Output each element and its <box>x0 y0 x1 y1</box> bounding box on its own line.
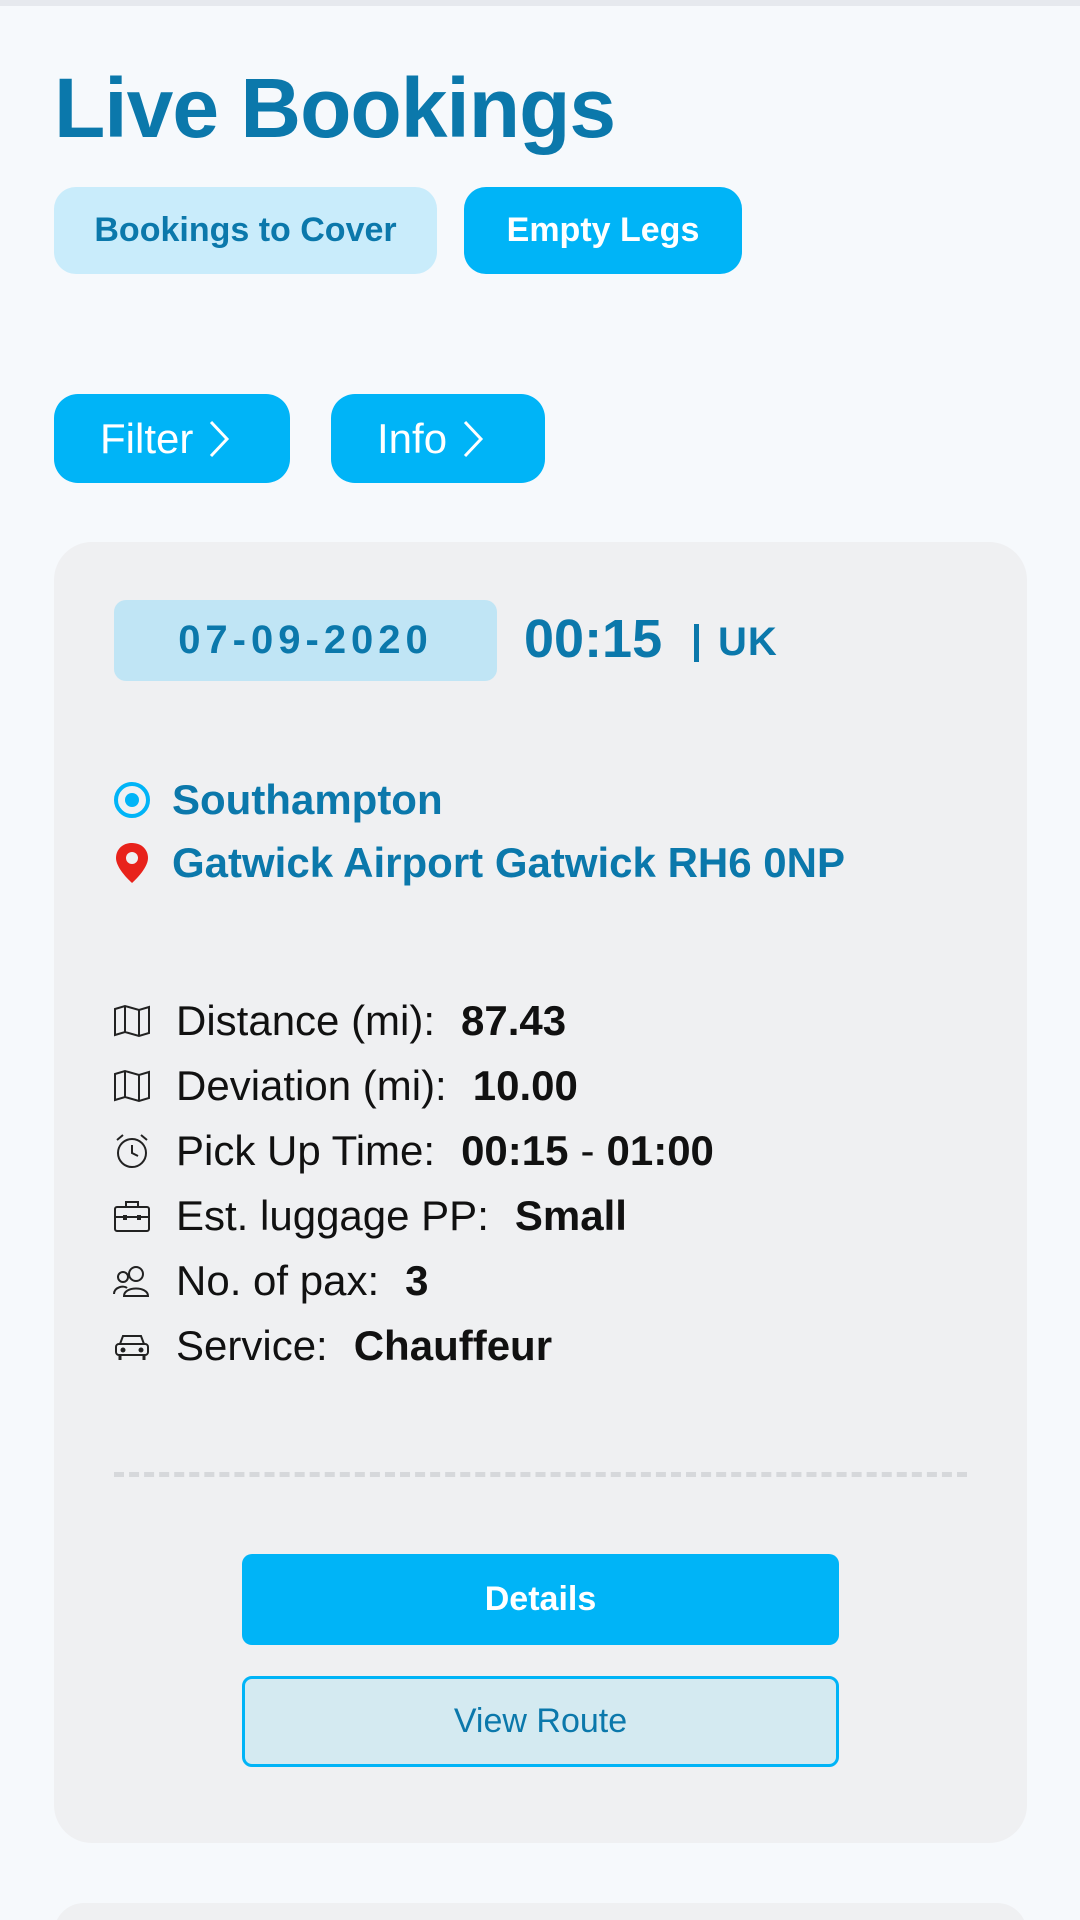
pickup-location: Southampton <box>112 776 443 824</box>
chevron-right-icon <box>463 420 484 457</box>
info-label: Info <box>377 414 448 462</box>
map-icon <box>112 1066 152 1106</box>
dropoff-location-text: Gatwick Airport Gatwick RH6 0NP <box>172 839 845 886</box>
distance-value: 87.43 <box>461 997 567 1044</box>
deviation-label: Deviation (mi): <box>176 1062 447 1109</box>
car-icon <box>112 1326 152 1366</box>
deviation-row: Deviation (mi): 10.00 <box>112 1062 578 1110</box>
pickup-location-text: Southampton <box>172 776 443 823</box>
page-title: Live Bookings <box>54 61 616 155</box>
pickup-time-label: Pick Up Time: <box>176 1127 436 1174</box>
view-route-button[interactable]: View Route <box>242 1676 839 1767</box>
pickup-time-end: 01:00 <box>606 1127 714 1174</box>
dropoff-location: Gatwick Airport Gatwick RH6 0NP <box>112 839 845 887</box>
map-icon <box>112 1001 152 1041</box>
details-button[interactable]: Details <box>242 1554 839 1645</box>
service-value: Chauffeur <box>353 1322 553 1369</box>
time-region-divider <box>694 624 699 662</box>
status-bar-strip <box>0 0 1080 6</box>
luggage-row: Est. luggage PP: Small <box>112 1192 627 1240</box>
filter-label: Filter <box>100 414 194 462</box>
live-bookings-screen: Live Bookings Bookings to Cover Empty Le… <box>0 0 1080 1920</box>
origin-target-icon <box>114 782 150 818</box>
service-label: Service: <box>176 1322 328 1369</box>
luggage-label: Est. luggage PP: <box>176 1192 489 1239</box>
tab-bookings-to-cover[interactable]: Bookings to Cover <box>54 187 437 274</box>
users-icon <box>112 1261 152 1301</box>
deviation-value: 10.00 <box>472 1062 578 1109</box>
pax-value: 3 <box>405 1257 429 1304</box>
booking-card: 07-09-2020 00:15 UK Southampton Gatwick … <box>54 542 1027 1843</box>
distance-row: Distance (mi): 87.43 <box>112 997 566 1045</box>
booking-region: UK <box>718 620 778 664</box>
tab-empty-legs[interactable]: Empty Legs <box>464 187 742 274</box>
info-button[interactable]: Info <box>331 394 545 483</box>
booking-time: 00:15 <box>524 609 663 669</box>
card-divider <box>114 1472 967 1477</box>
luggage-value: Small <box>514 1192 627 1239</box>
chevron-right-icon <box>210 420 230 457</box>
filter-button[interactable]: Filter <box>54 394 290 483</box>
briefcase-icon <box>112 1196 152 1236</box>
pax-label: No. of pax: <box>176 1257 380 1304</box>
map-pin-icon <box>116 843 148 883</box>
booking-date: 07-09-2020 <box>114 600 497 681</box>
pax-row: No. of pax: 3 <box>112 1257 428 1305</box>
service-row: Service: Chauffeur <box>112 1322 552 1370</box>
pickup-time-start: 00:15 <box>461 1127 569 1174</box>
distance-label: Distance (mi): <box>176 997 436 1044</box>
alarm-clock-icon <box>112 1131 152 1171</box>
pickup-time-row: Pick Up Time: 00:15 - 01:00 <box>112 1127 714 1175</box>
pickup-time-separator: - <box>580 1127 595 1174</box>
next-booking-card[interactable] <box>54 1903 1027 1920</box>
